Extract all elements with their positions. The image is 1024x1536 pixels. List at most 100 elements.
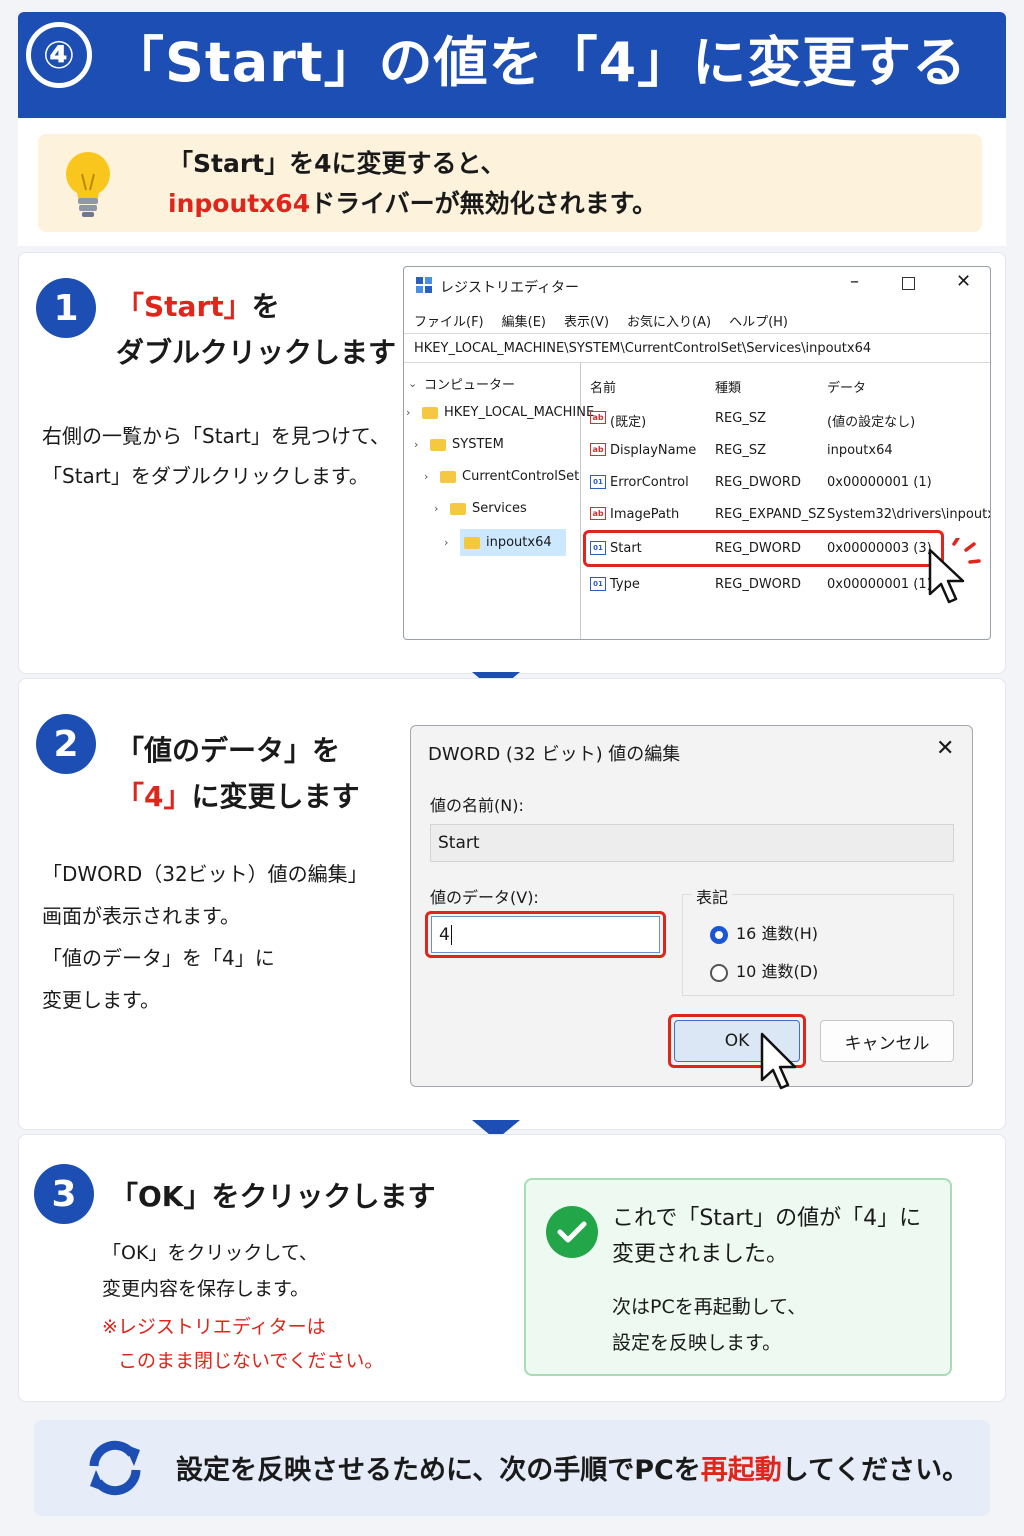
value-type: REG_DWORD xyxy=(715,475,801,490)
value-row-displayname[interactable]: ab DisplayName REG_SZ inpoutx64 xyxy=(584,435,990,467)
binary-icon: 01 xyxy=(590,577,606,591)
address-path: HKEY_LOCAL_MACHINE\SYSTEM\CurrentControl… xyxy=(414,341,872,356)
menu-edit[interactable]: 編集(E) xyxy=(502,315,546,330)
value-data-input[interactable]: 4 xyxy=(431,916,660,953)
chevron-right-icon: › xyxy=(444,536,449,549)
registry-window-title: レジストリエディター xyxy=(440,280,580,296)
tip-text-rest: ドライバーが無効化されます。 xyxy=(310,189,658,218)
value-data: System32\drivers\inpoutx64 xyxy=(827,507,990,522)
value-data: (値の設定なし) xyxy=(827,415,916,430)
refresh-icon xyxy=(89,1440,141,1496)
chevron-down-icon: ⌄ xyxy=(408,377,418,390)
column-header-type[interactable]: 種類 xyxy=(715,377,741,396)
tree-selection: inpoutx64 xyxy=(460,529,566,556)
value-name-field: Start xyxy=(430,824,954,862)
page-title: 「Start」の値を「4」に変更する xyxy=(110,31,968,94)
mouse-pointer-icon xyxy=(760,1032,797,1090)
string-icon: ab xyxy=(590,507,606,520)
restart-text: 設定を反映させるために、次の手順でPCを再起動してください。 xyxy=(176,1448,969,1487)
tree-item-system[interactable]: › SYSTEM xyxy=(414,437,504,452)
check-circle-icon xyxy=(546,1206,598,1258)
value-name: ImagePath xyxy=(610,507,680,522)
driver-name: inpoutx64 xyxy=(168,189,311,218)
folder-icon xyxy=(440,470,456,483)
value-row-default[interactable]: ab (既定) REG_SZ (値の設定なし) xyxy=(584,403,990,435)
result-line2: 変更されました。 xyxy=(612,1242,789,1267)
string-icon: ab xyxy=(590,411,606,424)
radio-hex[interactable]: 16 進数(H) xyxy=(710,920,818,944)
menu-help[interactable]: ヘルプ(H) xyxy=(729,315,788,330)
tree-label: コンピューター xyxy=(424,378,516,393)
step1-number: 1 xyxy=(36,278,96,338)
step2-text-line1: 「DWORD（32ビット）値の編集」 xyxy=(42,862,368,886)
mouse-pointer-icon xyxy=(928,538,981,604)
dialog-title: DWORD (32 ビット) 値の編集 xyxy=(428,744,681,765)
folder-icon xyxy=(464,536,480,549)
string-icon: ab xyxy=(590,443,606,456)
menu-view[interactable]: 表示(V) xyxy=(564,315,609,330)
value-type: REG_DWORD xyxy=(715,577,801,592)
tree-label: CurrentControlSet xyxy=(462,469,580,484)
value-data-label: 値のデータ(V): xyxy=(430,888,539,907)
value-row-imagepath[interactable]: ab ImagePath REG_EXPAND_SZ System32\driv… xyxy=(584,499,990,531)
value-name: Type xyxy=(610,577,640,592)
value-data: inpoutx64 xyxy=(827,443,893,458)
dialog-close-icon[interactable]: ✕ xyxy=(936,736,954,761)
value-name-label: 値の名前(N): xyxy=(430,796,524,815)
radio-unselected-icon xyxy=(710,963,728,982)
tree-item-services[interactable]: › Services xyxy=(434,501,527,516)
step2-title-line1: 「値のデータ」を xyxy=(116,734,341,767)
chevron-right-icon: › xyxy=(414,438,419,451)
cancel-button[interactable]: キャンセル xyxy=(820,1020,954,1062)
registry-app-icon xyxy=(416,277,432,297)
step1-title-line1: 「Start」を xyxy=(116,284,280,330)
column-header-name[interactable]: 名前 xyxy=(590,377,616,396)
tip-text-line1: 「Start」を4に変更すると、 xyxy=(168,149,506,178)
close-button[interactable]: ✕ xyxy=(956,271,971,292)
registry-menubar: ファイル(F) 編集(E) 表示(V) お気に入り(A) ヘルプ(H) xyxy=(414,311,806,330)
radio-selected-icon xyxy=(710,925,728,944)
step1-title-rest: を xyxy=(251,290,280,323)
binary-icon: 01 xyxy=(590,475,606,489)
text-caret xyxy=(450,924,452,945)
step2-number: 2 xyxy=(36,714,96,774)
folder-icon xyxy=(430,438,446,451)
folder-icon xyxy=(422,406,438,419)
step2-title-line2: 「4」に変更します xyxy=(116,774,360,820)
maximize-button[interactable] xyxy=(902,277,915,290)
tree-item-hklm[interactable]: › HKEY_LOCAL_MACHINE xyxy=(406,405,594,420)
value-name: (既定) xyxy=(610,415,647,430)
radio-dec-label: 10 進数(D) xyxy=(736,962,819,981)
menu-favorites[interactable]: お気に入り(A) xyxy=(627,315,711,330)
tree-item-computer[interactable]: ⌄ コンピューター xyxy=(408,374,515,393)
chevron-right-icon: › xyxy=(434,502,439,515)
result-line4: 設定を反映します。 xyxy=(612,1332,782,1354)
step3-text-line1: 「OK」をクリックして、 xyxy=(102,1242,318,1264)
step1-text-line1: 右側の一覧から「Start」を見つけて、 xyxy=(42,424,390,448)
value-data-text: 4 xyxy=(439,924,450,945)
radio-hex-label: 16 進数(H) xyxy=(736,924,818,943)
column-header-data[interactable]: データ xyxy=(827,377,866,396)
value-row-errorcontrol[interactable]: 01 ErrorControl REG_DWORD 0x00000001 (1) xyxy=(584,467,990,499)
restart-text-pre: 設定を反映させるために、次の手順でPCを xyxy=(176,1455,701,1486)
tree-item-currentcontrolset[interactable]: › CurrentControlSet xyxy=(424,469,579,484)
step3-text-line2: 変更内容を保存します。 xyxy=(102,1278,310,1300)
value-name: ErrorControl xyxy=(610,475,689,490)
value-name: DisplayName xyxy=(610,443,697,458)
step2-text-line3: 「値のデータ」を「4」に xyxy=(42,946,275,970)
chevron-right-icon: › xyxy=(424,470,429,483)
step2-title-rest: に変更します xyxy=(191,780,360,813)
menu-file[interactable]: ファイル(F) xyxy=(414,315,484,330)
step3-number: 3 xyxy=(34,1164,94,1224)
restart-text-post: してください。 xyxy=(781,1455,970,1486)
tree-item-inpoutx64[interactable]: › inpoutx64 xyxy=(444,529,566,556)
result-line1: これで「Start」の値が「4」に xyxy=(612,1206,922,1231)
step3-title: 「OK」をクリックします xyxy=(110,1180,436,1213)
radio-dec[interactable]: 10 進数(D) xyxy=(710,958,818,982)
lightbulb-icon xyxy=(60,148,116,226)
tree-label: inpoutx64 xyxy=(486,535,552,550)
step1-title-key: 「Start」 xyxy=(116,290,252,323)
minimize-button[interactable]: – xyxy=(850,271,859,292)
tip-text-line2: inpoutx64ドライバーが無効化されます。 xyxy=(168,184,657,220)
registry-editor-window: レジストリエディター – ✕ ファイル(F) 編集(E) 表示(V) お気に入り(A)… xyxy=(403,266,991,640)
